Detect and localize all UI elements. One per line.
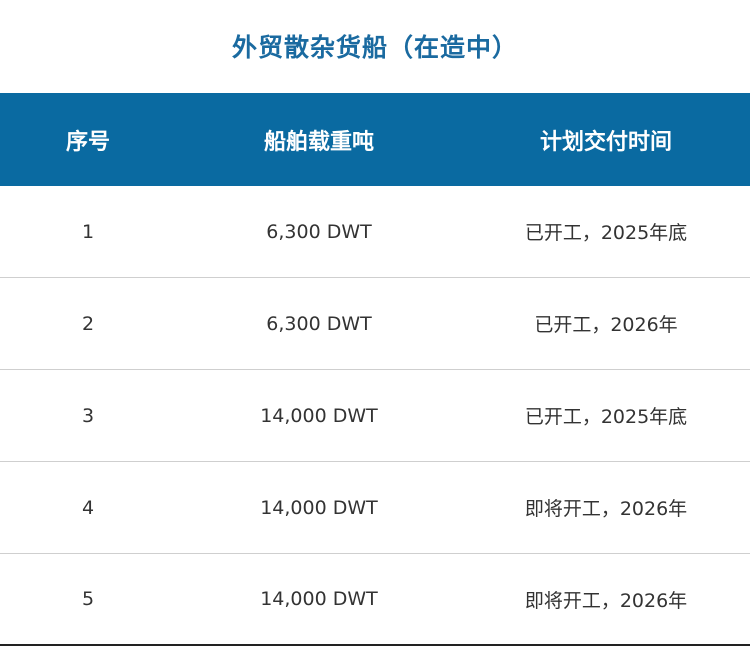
cell-dwt: 14,000 DWT bbox=[260, 496, 378, 519]
cell-dwt: 6,300 DWT bbox=[266, 312, 372, 335]
table-header-row: 序号 船舶载重吨 计划交付时间 bbox=[0, 93, 750, 186]
header-delivery: 计划交付时间 bbox=[539, 129, 672, 155]
cell-index: 5 bbox=[81, 588, 95, 610]
table-row: 1 6,300 DWT 已开工，2025年底 bbox=[0, 186, 750, 278]
cell-delivery: 已开工，2025年底 bbox=[524, 222, 688, 244]
cell-index: 3 bbox=[81, 404, 95, 427]
cell-dwt: 14,000 DWT bbox=[260, 404, 378, 427]
cell-delivery: 即将开工，2026年 bbox=[524, 589, 688, 612]
table-row: 5 14,000 DWT 即将开工，2026年 bbox=[0, 554, 750, 646]
cell-index: 1 bbox=[81, 220, 95, 243]
table-row: 3 14,000 DWT 已开工，2025年底 bbox=[0, 370, 750, 462]
cell-delivery: 即将开工，2026年 bbox=[524, 498, 688, 520]
table-title: 外贸散杂货船（在造中） bbox=[231, 33, 518, 62]
cell-delivery: 已开工，2025年底 bbox=[524, 406, 688, 428]
table-row: 2 6,300 DWT 已开工，2026年 bbox=[0, 278, 750, 370]
header-dwt: 船舶载重吨 bbox=[263, 129, 374, 155]
cell-index: 2 bbox=[81, 312, 95, 335]
table-row: 4 14,000 DWT 即将开工，2026年 bbox=[0, 462, 750, 554]
header-index: 序号 bbox=[65, 129, 110, 155]
ship-table: 序号 船舶载重吨 计划交付时间 1 6,300 DWT 已开工，2025年底 2… bbox=[0, 93, 750, 646]
cell-dwt: 14,000 DWT bbox=[260, 588, 378, 610]
cell-delivery: 已开工，2026年 bbox=[534, 314, 678, 336]
cell-dwt: 6,300 DWT bbox=[266, 220, 372, 243]
cell-index: 4 bbox=[81, 496, 95, 519]
